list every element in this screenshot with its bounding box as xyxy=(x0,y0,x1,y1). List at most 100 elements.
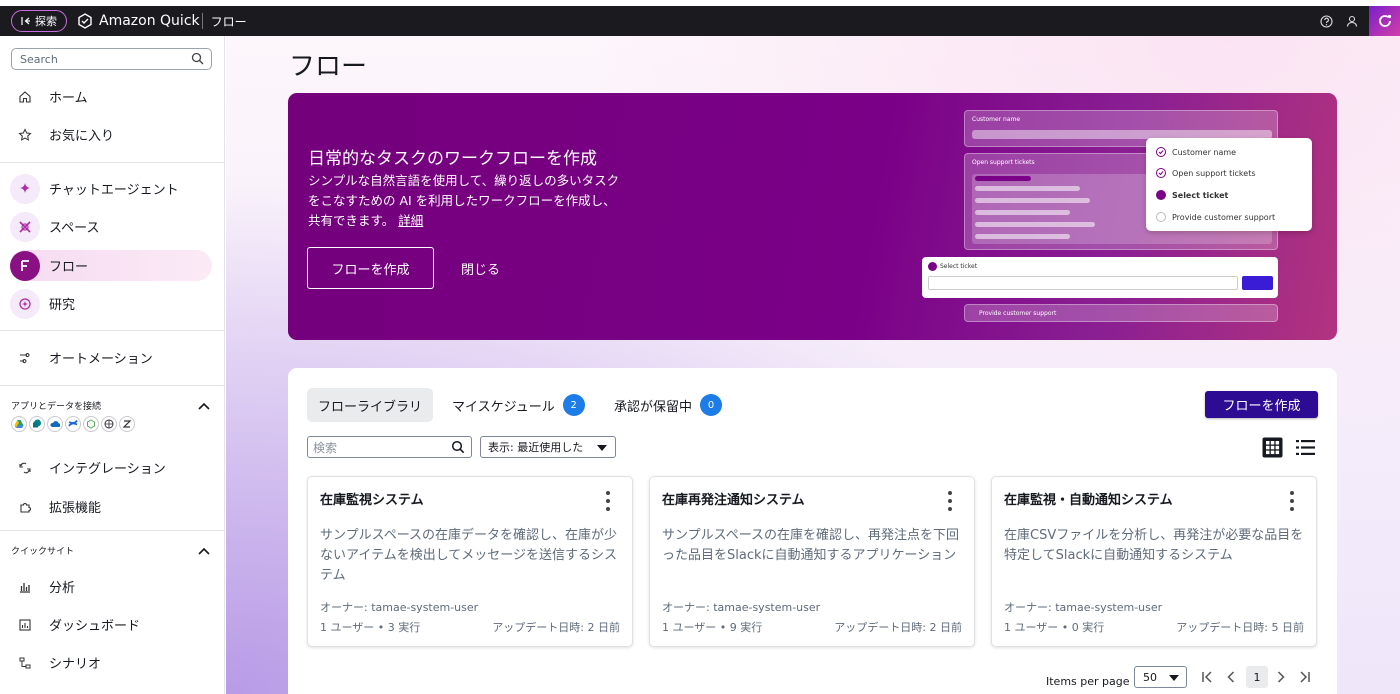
scenario-icon xyxy=(10,648,40,678)
google-drive-icon[interactable] xyxy=(11,416,27,432)
flow-search-placeholder: 検索 xyxy=(313,440,338,455)
extension-icon xyxy=(10,492,40,522)
grid-view-toggle[interactable] xyxy=(1260,436,1284,458)
banner-line-3: 共有できます。 詳細 xyxy=(308,211,653,231)
explore-label: 探索 xyxy=(35,15,57,28)
illustration-step: Select ticket xyxy=(1156,190,1228,200)
tab-my-schedules[interactable]: マイスケジュール 2 xyxy=(452,388,585,422)
banner-line-1: シンプルな自然言語を使用して、繰り返しの多いタスク xyxy=(308,173,620,188)
illustration-step-label: Open support tickets xyxy=(1172,168,1256,178)
banner-title: 日常的なタスクのワークフローを作成 xyxy=(308,149,597,169)
flow-search-input[interactable]: 検索 xyxy=(307,436,472,458)
illustration-bar xyxy=(975,176,1031,181)
flow-card-stats: 1 ユーザー • 3 実行 xyxy=(320,621,421,634)
sidebar-item-analysis[interactable]: 分析 xyxy=(10,571,212,602)
flow-card-title: 在庫監視システム xyxy=(320,493,424,508)
main-content: フロー 日常的なタスクのワークフローを作成 シンプルな自然言語を使用して、繰り返… xyxy=(226,36,1400,694)
sidebar-item-home[interactable]: ホーム xyxy=(10,81,212,112)
sidebar-item-dashboards[interactable]: ダッシュボード xyxy=(10,609,212,640)
sidebar-item-extensions[interactable]: 拡張機能 xyxy=(10,491,212,522)
learn-more-link[interactable]: 詳細 xyxy=(398,213,423,228)
current-page-number[interactable]: 1 xyxy=(1246,666,1268,688)
brand[interactable]: Amazon Quick xyxy=(77,13,200,29)
amazon-quick-logo-icon xyxy=(78,13,92,29)
web-icon[interactable] xyxy=(101,416,117,432)
sidebar-item-integrations[interactable]: インテグレーション xyxy=(10,452,212,483)
banner-close-button[interactable]: 閉じる xyxy=(461,259,500,278)
next-page-icon[interactable] xyxy=(1270,666,1292,688)
flow-card-stats: 1 ユーザー • 0 実行 xyxy=(1004,621,1105,634)
illustration-label: Open support tickets xyxy=(972,159,1035,166)
flow-library-panel: フローライブラリ マイスケジュール 2 承認が保留中 0 フローを作成 検索 表… xyxy=(288,368,1337,694)
sidebar-divider xyxy=(0,385,225,386)
items-per-page-select[interactable]: 50 xyxy=(1134,666,1187,688)
sidebar-item-research[interactable]: 研究 xyxy=(10,288,212,319)
illustration-step-label: Provide customer support xyxy=(1172,212,1276,222)
caret-down-icon xyxy=(597,445,607,451)
user-icon[interactable] xyxy=(1339,6,1365,36)
illustration-step-label: Select ticket xyxy=(1172,190,1229,200)
banner-create-flow-button[interactable]: フローを作成 xyxy=(307,247,434,289)
zendesk-icon[interactable] xyxy=(119,416,135,432)
flow-card[interactable]: 在庫監視システム サンプルスペースの在庫データを確認し、在庫が少ないアイテムを検… xyxy=(307,476,633,647)
first-page-icon[interactable] xyxy=(1196,666,1218,688)
confluence-icon[interactable] xyxy=(65,416,81,432)
sidebar-item-scenarios[interactable]: シナリオ xyxy=(10,647,212,678)
create-flow-button[interactable]: フローを作成 xyxy=(1205,391,1318,418)
sidebar-item-automation[interactable]: オートメーション xyxy=(10,342,212,373)
star-icon xyxy=(10,120,40,150)
sidebar-item-label: 研究 xyxy=(49,298,76,313)
flow-card[interactable]: 在庫再発注通知システム サンプルスペースの在庫を確認し、再発注点を下回った品目を… xyxy=(649,476,975,647)
flow-card-description: 在庫CSVファイルを分析し、再発注が必要な品目を特定してSlackに自動通知する… xyxy=(1004,528,1304,563)
illustration-label: Customer name xyxy=(972,116,1021,123)
sharepoint-icon[interactable] xyxy=(29,416,45,432)
items-per-page-value: 50 xyxy=(1143,670,1157,684)
section-title-connect: アプリとデータを接続 xyxy=(11,402,102,412)
sort-dropdown[interactable]: 表示: 最近使用した xyxy=(480,436,616,458)
search-icon xyxy=(191,52,204,68)
more-options-icon[interactable] xyxy=(604,491,612,511)
illustration-select-ticket-card: Select ticket xyxy=(922,257,1278,298)
explore-button[interactable]: 探索 xyxy=(11,10,67,32)
more-options-icon[interactable] xyxy=(946,491,954,511)
help-icon[interactable] xyxy=(1313,6,1339,36)
illustration-step: Customer name xyxy=(1156,147,1236,157)
sidebar-item-label: シナリオ xyxy=(49,657,102,672)
more-options-icon[interactable] xyxy=(1288,491,1296,511)
list-view-toggle[interactable] xyxy=(1293,436,1317,458)
sidebar-item-flows[interactable]: フロー xyxy=(10,250,212,281)
onedrive-icon[interactable] xyxy=(47,416,63,432)
last-page-icon[interactable] xyxy=(1294,666,1316,688)
sidebar-item-label: ホーム xyxy=(49,91,88,106)
sidebar-item-chat-agents[interactable]: チャットエージェント xyxy=(10,173,212,204)
flow-card[interactable]: 在庫監視・自動通知システム 在庫CSVファイルを分析し、再発注が必要な品目を特定… xyxy=(991,476,1317,647)
chevron-up-icon[interactable] xyxy=(197,541,211,560)
spaces-icon xyxy=(10,211,40,242)
illustration-input xyxy=(928,276,1238,290)
chevron-up-icon[interactable] xyxy=(197,396,211,415)
illustration-bar xyxy=(975,198,1090,203)
sidebar-item-spaces[interactable]: スペース xyxy=(10,211,212,242)
flow-card-description: サンプルスペースの在庫を確認し、再発注点を下回った品目をSlackに自動通知する… xyxy=(662,528,960,563)
sidebar-item-label: 拡張機能 xyxy=(49,501,102,516)
intro-banner: 日常的なタスクのワークフローを作成 シンプルな自然言語を使用して、繰り返しの多い… xyxy=(288,93,1337,340)
tab-pending-approval[interactable]: 承認が保留中 0 xyxy=(614,388,723,422)
service-icon[interactable] xyxy=(83,416,99,432)
illustration-bar xyxy=(975,186,1080,191)
sidebar-item-favorites[interactable]: お気に入り xyxy=(10,119,212,150)
collapse-left-icon xyxy=(21,17,30,25)
flow-card-owner: オーナー: tamae-system-user xyxy=(320,601,479,614)
sidebar-item-label: チャットエージェント xyxy=(49,183,179,198)
illustration-button xyxy=(1242,276,1273,290)
sidebar-item-label: お気に入り xyxy=(49,129,115,144)
sparkle-icon xyxy=(10,173,40,204)
flow-card-owner: オーナー: tamae-system-user xyxy=(662,601,821,614)
tab-flow-library[interactable]: フローライブラリ xyxy=(307,388,434,422)
quick-assistant-button[interactable] xyxy=(1369,6,1400,36)
sidebar-search-input[interactable]: Search xyxy=(11,48,212,70)
research-icon xyxy=(10,288,40,319)
analysis-icon xyxy=(10,572,40,602)
previous-page-icon[interactable] xyxy=(1220,666,1242,688)
list-icon xyxy=(1295,439,1315,455)
banner-line-2: をこなすための AI を利用したワークフローを作成し、 xyxy=(308,193,616,208)
